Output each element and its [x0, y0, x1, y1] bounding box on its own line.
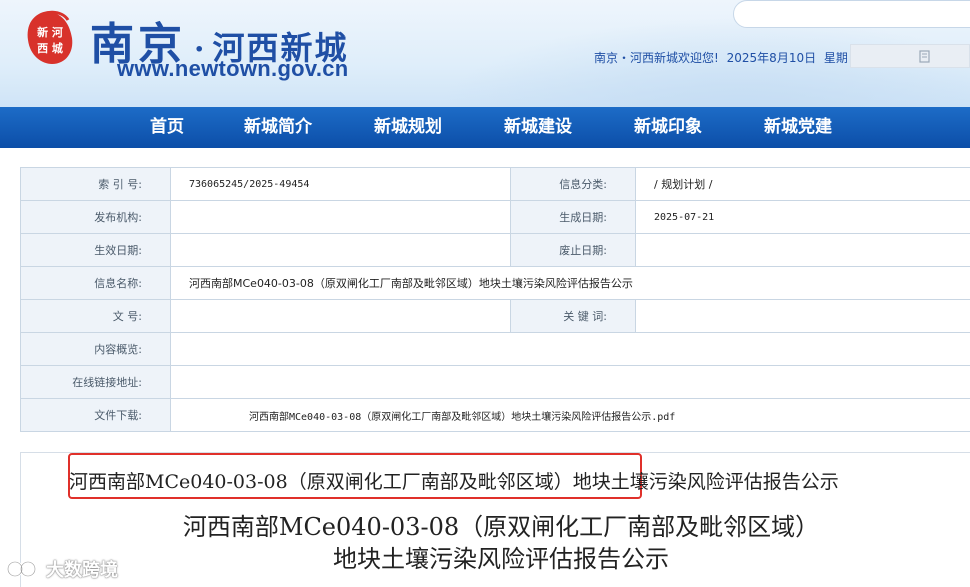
nav-item-home[interactable]: 首页 — [150, 107, 184, 148]
nav-item-intro[interactable]: 新城简介 — [244, 107, 312, 148]
info-table: 索 引 号: 736065245/2025-49454 信息分类: / 规划计划… — [20, 167, 970, 432]
main-nav: 首页 新城简介 新城规划 新城建设 新城印象 新城党建 — [0, 107, 970, 148]
nav-item-planning[interactable]: 新城规划 — [374, 107, 442, 148]
article-title: 河西南部MCe040-03-08（原双闸化工厂南部及毗邻区域） 地块土壤污染风险… — [21, 511, 970, 575]
site-header: 新 河 西 城 南京 · 河西新城 www.newtown.gov.cn 南京・… — [0, 0, 970, 107]
nav-item-impression[interactable]: 新城印象 — [634, 107, 702, 148]
name-label: 信息名称: — [20, 266, 171, 300]
article-content: 河西南部MCe040-03-08（原双闸化工厂南部及毗邻区域） 地块土壤污染风险评… — [20, 452, 970, 587]
name-value: 河西南部MCe040-03-08（原双闸化工厂南部及毗邻区域）地块土壤污染风险评… — [170, 266, 970, 300]
keywords-label: 关 键 词: — [510, 299, 636, 333]
table-row: 生效日期: 废止日期: — [20, 233, 970, 267]
expiry-label: 废止日期: — [510, 233, 636, 267]
watermark: 大数跨境 — [6, 556, 118, 582]
table-row: 文件下载: 河西南部MCe040-03-08（原双闸化工厂南部及毗邻区域）地块土… — [20, 398, 970, 432]
site-url: www.newtown.gov.cn — [117, 56, 349, 81]
docno-label: 文 号: — [20, 299, 171, 333]
search-input[interactable] — [733, 0, 970, 28]
table-row: 索 引 号: 736065245/2025-49454 信息分类: / 规划计划… — [20, 167, 970, 201]
watermark-text: 大数跨境 — [46, 560, 118, 581]
expiry-value — [635, 233, 970, 267]
index-value: 736065245/2025-49454 — [170, 167, 511, 201]
document-icon[interactable] — [919, 50, 931, 63]
table-row: 内容概览: — [20, 332, 970, 366]
svg-text:新 河: 新 河 — [37, 25, 63, 39]
nav-item-construction[interactable]: 新城建设 — [504, 107, 572, 148]
summary-value — [170, 332, 970, 366]
summary-label: 内容概览: — [20, 332, 171, 366]
article-title-line1: 河西南部MCe040-03-08（原双闸化工厂南部及毗邻区域） — [182, 513, 820, 541]
category-value: / 规划计划 / — [635, 167, 970, 201]
table-row: 文 号: 关 键 词: — [20, 299, 970, 333]
link-value[interactable] — [170, 365, 970, 399]
index-label: 索 引 号: — [20, 167, 171, 201]
publisher-label: 发布机构: — [20, 200, 171, 234]
generated-value: 2025-07-21 — [635, 200, 970, 234]
publisher-value — [170, 200, 511, 234]
docno-value — [170, 299, 511, 333]
effective-value — [170, 233, 511, 267]
generated-label: 生成日期: — [510, 200, 636, 234]
keywords-value — [635, 299, 970, 333]
site-emblem-icon[interactable]: 新 河 西 城 — [22, 8, 78, 68]
svg-text:西 城: 西 城 — [37, 41, 63, 55]
article-title-line2: 地块土壤污染风险评估报告公示 — [333, 545, 669, 573]
watermark-logo-icon — [6, 560, 37, 578]
effective-label: 生效日期: — [20, 233, 171, 267]
download-cell: 河西南部MCe040-03-08（原双闸化工厂南部及毗邻区域）地块土壤污染风险评… — [170, 398, 970, 432]
welcome-text: 南京・河西新城欢迎您! 2025年8月10日 星期日 — [594, 49, 864, 66]
table-row: 在线链接地址: — [20, 365, 970, 399]
utility-bar[interactable] — [850, 44, 970, 68]
table-row: 信息名称: 河西南部MCe040-03-08（原双闸化工厂南部及毗邻区域）地块土… — [20, 266, 970, 300]
category-label: 信息分类: — [510, 167, 636, 201]
download-label: 文件下载: — [20, 398, 171, 432]
nav-item-party[interactable]: 新城党建 — [764, 107, 832, 148]
link-label: 在线链接地址: — [20, 365, 171, 399]
table-row: 发布机构: 生成日期: 2025-07-21 — [20, 200, 970, 234]
article-subtitle: 河西南部MCe040-03-08（原双闸化工厂南部及毗邻区域）地块土壤污染风险评… — [69, 471, 839, 493]
current-date: 2025年8月10日 — [726, 51, 817, 65]
download-file-link[interactable]: 河西南部MCe040-03-08（原双闸化工厂南部及毗邻区域）地块土壤污染风险评… — [249, 408, 675, 423]
welcome-message: 南京・河西新城欢迎您! — [594, 51, 719, 65]
